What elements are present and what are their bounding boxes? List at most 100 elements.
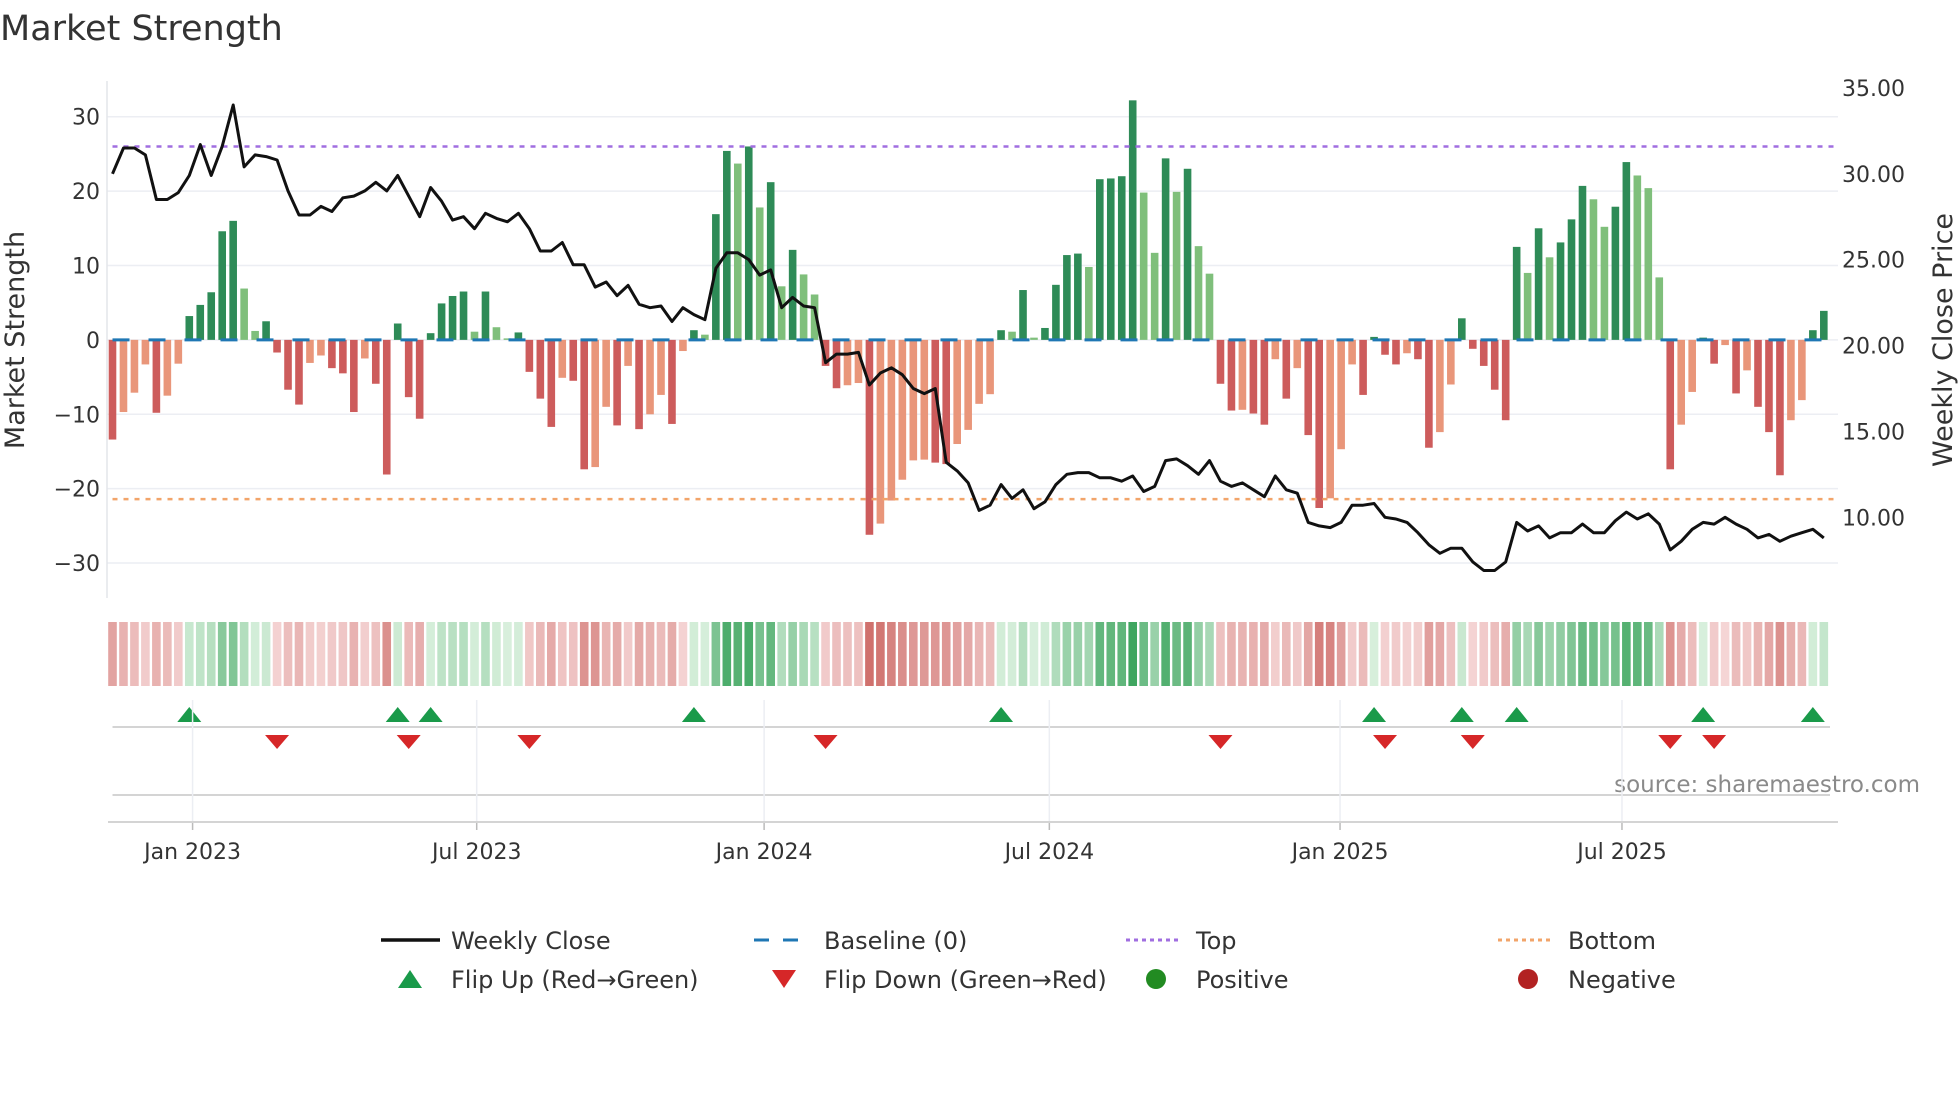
heat-cell bbox=[755, 622, 765, 686]
y-tick-label: 0 bbox=[86, 329, 100, 354]
strength-bar bbox=[152, 339, 161, 413]
heat-cell bbox=[195, 622, 205, 686]
heat-cell bbox=[1325, 622, 1335, 686]
strength-bar bbox=[591, 339, 599, 468]
flip-down-marker bbox=[517, 735, 542, 749]
strength-bar bbox=[525, 339, 534, 372]
heat-cell bbox=[1358, 622, 1368, 686]
heat-cell bbox=[349, 622, 359, 686]
strength-heat-strip bbox=[108, 622, 1829, 686]
strength-bar bbox=[481, 291, 490, 340]
strength-bar bbox=[624, 339, 632, 366]
heat-cell bbox=[1029, 622, 1039, 686]
strength-bar bbox=[437, 303, 446, 340]
strength-bar bbox=[1359, 339, 1367, 395]
heat-cell bbox=[799, 622, 808, 686]
heat-cell bbox=[1556, 622, 1565, 686]
legend-label: Flip Down (Green→Red) bbox=[824, 966, 1107, 994]
heat-cell bbox=[930, 622, 940, 686]
y-right-tick-label: 35.00 bbox=[1842, 77, 1905, 102]
strength-bar bbox=[1282, 339, 1291, 399]
strength-bar bbox=[646, 339, 654, 415]
dot-icon bbox=[1518, 969, 1538, 989]
y-right-tick-label: 10.00 bbox=[1842, 506, 1905, 531]
heat-cell bbox=[832, 622, 841, 686]
strength-bar bbox=[1721, 339, 1729, 346]
strength-bar bbox=[953, 339, 961, 445]
flip-up-marker bbox=[1691, 707, 1716, 722]
heat-cell bbox=[919, 622, 929, 686]
heat-cell bbox=[568, 622, 578, 686]
heat-cell bbox=[985, 622, 995, 686]
legend-label: Negative bbox=[1568, 966, 1676, 994]
heat-cell bbox=[1161, 622, 1170, 686]
strength-bar bbox=[832, 339, 841, 389]
heat-cell bbox=[1194, 622, 1203, 686]
x-axis: Jan 2023 Jul 2023 Jan 2024 Jul 2024 Jan 2025… bbox=[108, 700, 1838, 865]
strength-bar bbox=[218, 231, 226, 340]
heat-cell bbox=[283, 622, 293, 686]
strength-bar bbox=[1490, 339, 1499, 390]
heat-cell bbox=[294, 622, 304, 686]
heat-cell bbox=[1819, 622, 1829, 686]
heat-cell bbox=[459, 622, 468, 686]
legend-item: Top bbox=[1126, 927, 1237, 955]
heat-cell bbox=[1106, 622, 1116, 686]
strength-bar bbox=[426, 333, 435, 340]
strength-bar bbox=[536, 339, 545, 399]
strength-bar bbox=[196, 304, 205, 340]
heat-cell bbox=[1698, 622, 1708, 686]
heat-cell bbox=[1402, 622, 1412, 686]
weekly-close-polyline bbox=[111, 103, 1825, 572]
heat-cell bbox=[876, 622, 885, 686]
heat-cell bbox=[141, 622, 150, 686]
heat-cell bbox=[1303, 622, 1313, 686]
strength-bar bbox=[371, 339, 380, 384]
strength-bar bbox=[547, 339, 556, 427]
legend-label: Positive bbox=[1196, 966, 1289, 994]
strength-bar bbox=[185, 316, 194, 340]
strength-bar bbox=[393, 323, 402, 340]
heat-cell bbox=[1742, 622, 1752, 686]
strength-bar bbox=[492, 327, 501, 340]
strength-bar bbox=[1403, 339, 1411, 354]
flip-down-marker bbox=[1702, 735, 1727, 749]
strength-bar bbox=[1820, 310, 1828, 340]
heat-cell bbox=[1589, 622, 1598, 686]
heat-cell bbox=[1764, 622, 1774, 686]
strength-bar bbox=[1765, 339, 1773, 433]
x-tick-label: Jul 2025 bbox=[1575, 840, 1667, 865]
legend-item: Bottom bbox=[1498, 927, 1656, 955]
heat-cell bbox=[1501, 622, 1510, 686]
heat-cell bbox=[316, 622, 326, 686]
dot-icon bbox=[1146, 969, 1166, 989]
y-tick-label: 20 bbox=[72, 180, 100, 205]
heat-cell bbox=[645, 622, 655, 686]
strength-bar bbox=[1085, 266, 1093, 340]
strength-bar bbox=[262, 321, 270, 340]
strength-bar bbox=[382, 339, 391, 475]
heat-cell bbox=[470, 622, 479, 686]
strength-bars bbox=[108, 100, 1828, 535]
strength-bar bbox=[1227, 339, 1236, 411]
strength-bar bbox=[997, 330, 1005, 340]
heat-cell bbox=[909, 622, 918, 686]
x-tick-label: Jan 2023 bbox=[142, 840, 241, 865]
heat-cell bbox=[1611, 622, 1620, 686]
heat-cell bbox=[1281, 622, 1291, 686]
strength-bar bbox=[1458, 318, 1466, 340]
strength-bar bbox=[1161, 158, 1170, 340]
strength-bar bbox=[1326, 339, 1334, 499]
heat-cell bbox=[1654, 622, 1664, 686]
heat-cell bbox=[382, 622, 392, 686]
strength-bar bbox=[1293, 339, 1302, 369]
y-tick-label: 30 bbox=[72, 106, 100, 131]
strength-bar bbox=[1183, 168, 1192, 340]
x-tick-label: Jul 2024 bbox=[1003, 840, 1095, 865]
strength-bar bbox=[1074, 253, 1082, 340]
strength-bar bbox=[1732, 339, 1740, 394]
y-tick-label: 10 bbox=[72, 254, 100, 279]
strength-bar bbox=[1205, 273, 1214, 340]
y-right-tick-label: 15.00 bbox=[1842, 420, 1905, 445]
heat-cell bbox=[415, 622, 424, 686]
